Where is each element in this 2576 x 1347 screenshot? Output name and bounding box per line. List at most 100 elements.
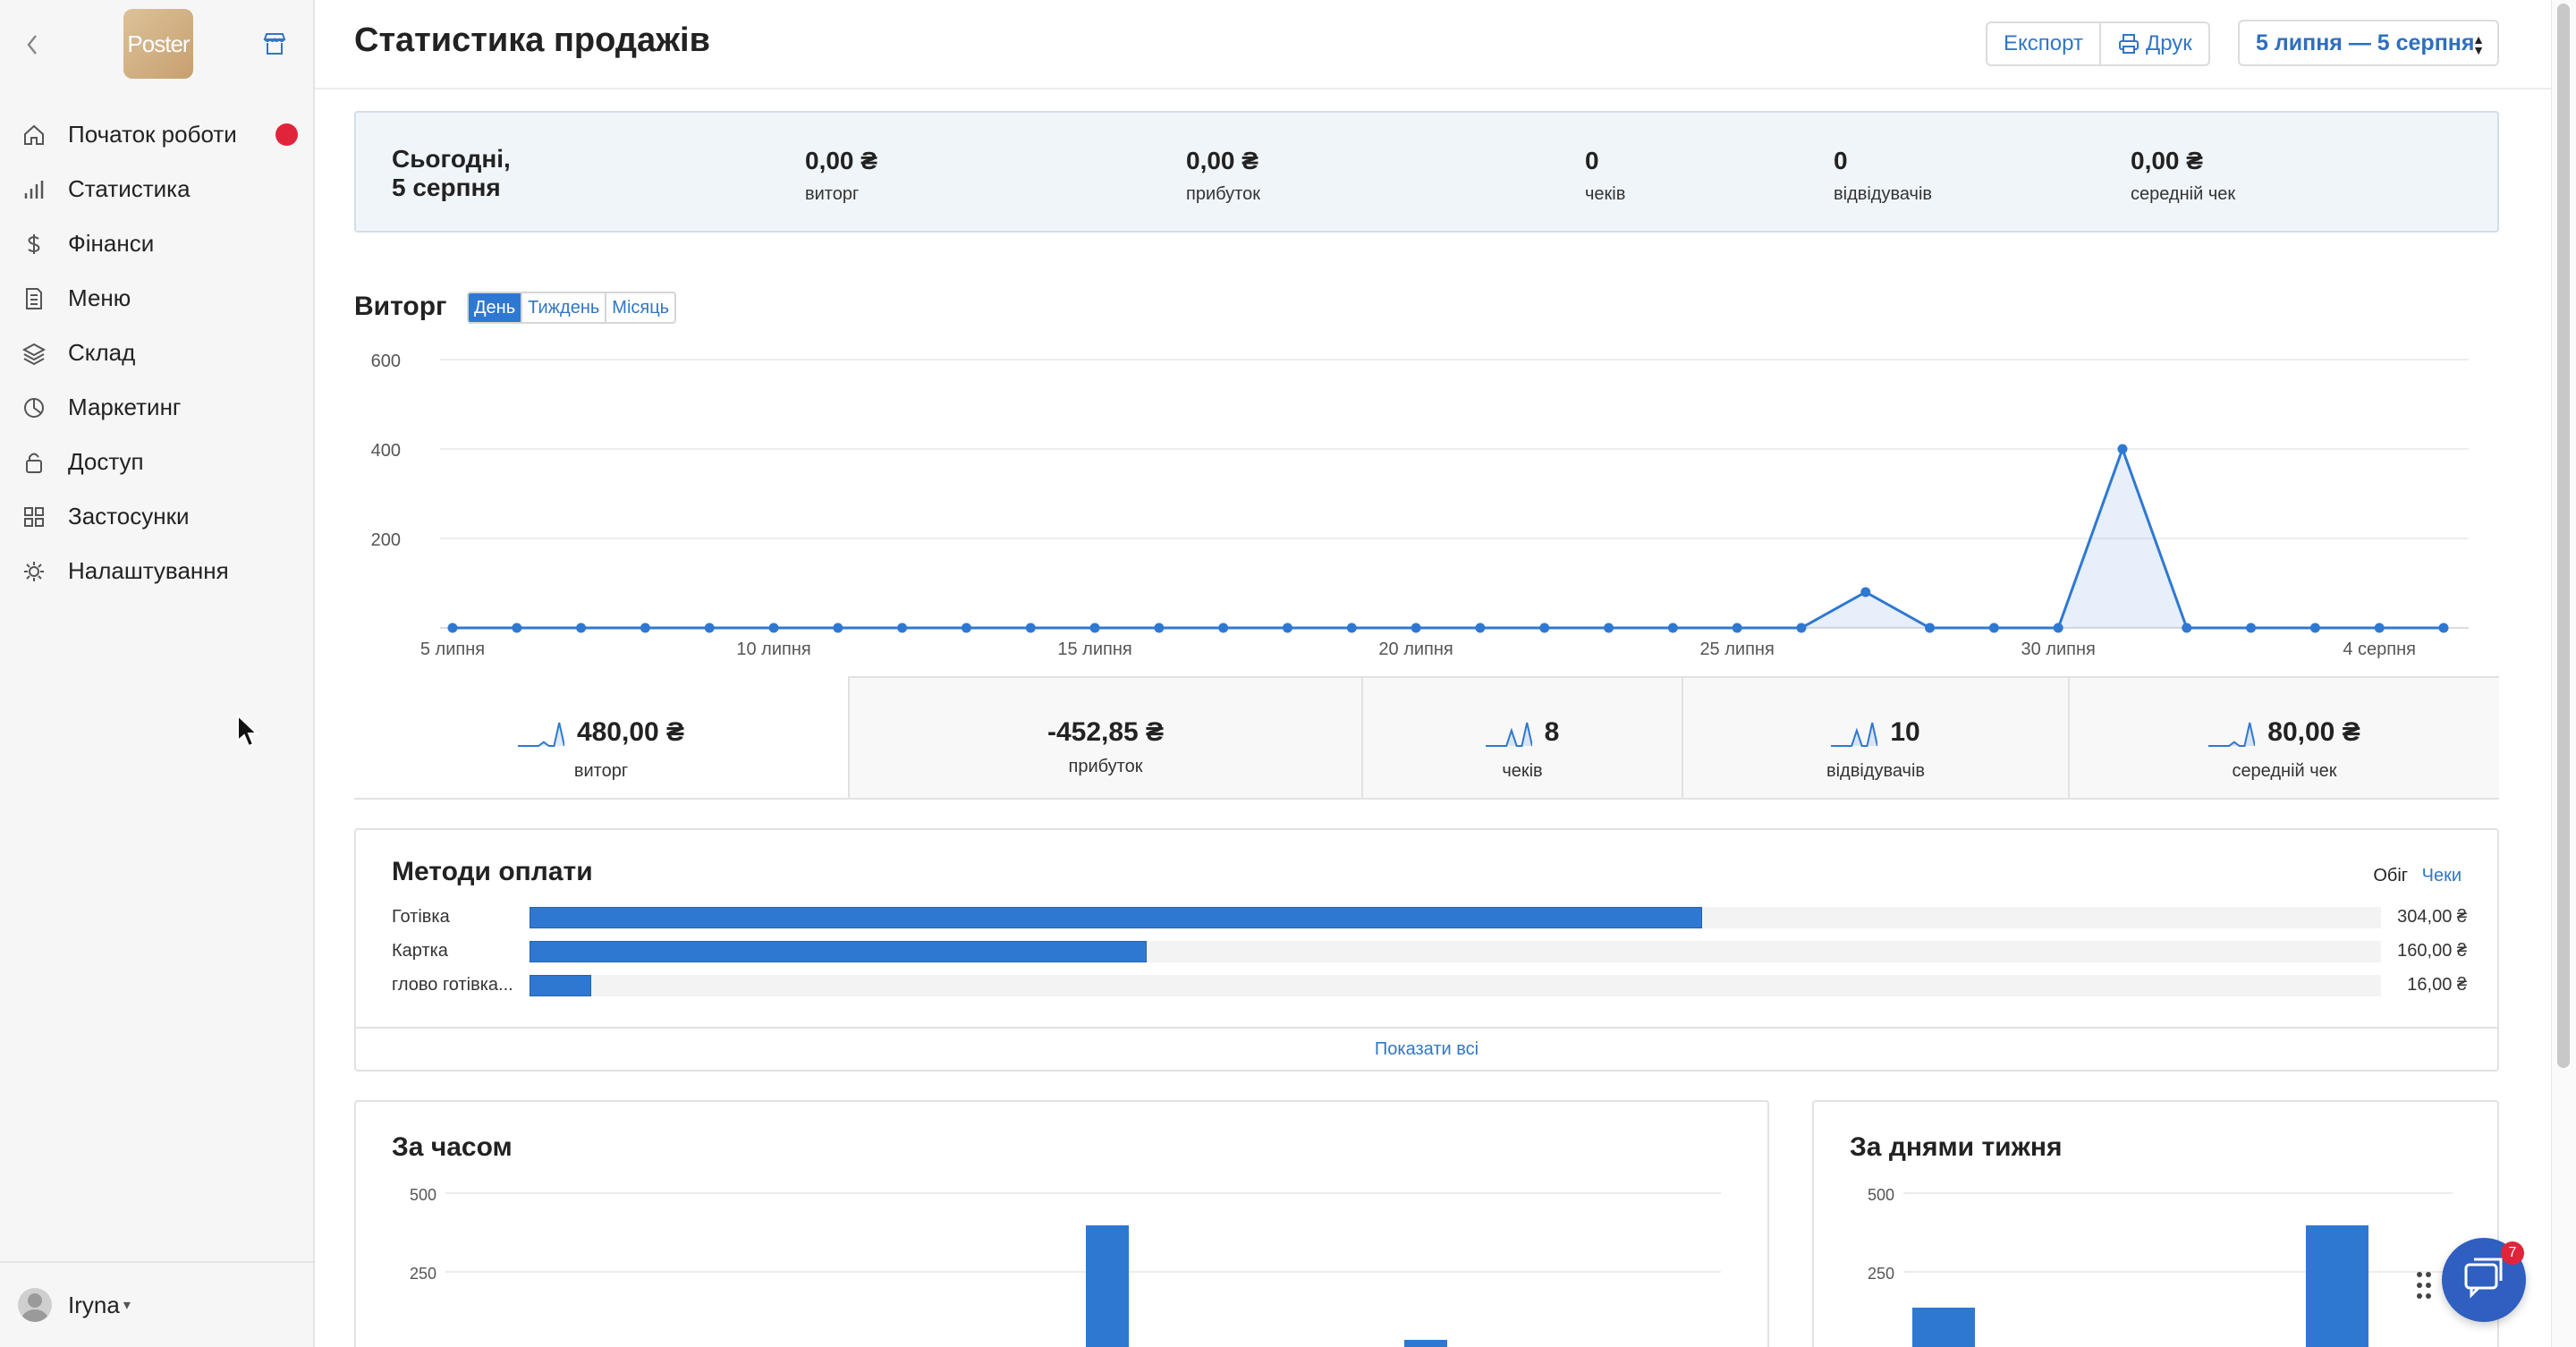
sidebar-item-access[interactable]: Доступ (0, 435, 313, 489)
data-point (1154, 623, 1165, 633)
data-point (2309, 623, 2320, 633)
main-content: Статистика продажів Експорт Друк 5 липня… (315, 0, 2551, 1347)
sidebar-item-settings[interactable]: Налаштування (0, 544, 313, 598)
logo[interactable]: Poster (123, 9, 193, 79)
chat-badge: 7 (2501, 1241, 2524, 1265)
chevron-down-icon: ▾ (123, 1298, 131, 1313)
today-label: Сьогодні, 5 серпня (392, 145, 511, 202)
sidebar-item-warehouse[interactable]: Склад (0, 326, 313, 380)
by-time-chart: 500 250 (410, 1186, 1721, 1347)
print-button[interactable]: Друк (2098, 23, 2208, 64)
print-label: Друк (2145, 31, 2192, 55)
kpi-revenue[interactable]: 480,00 ₴ виторг (354, 676, 848, 798)
payment-amount: 16,00 ₴ (2407, 975, 2467, 995)
data-point (1025, 623, 1036, 633)
period-week[interactable]: Тиждень (521, 293, 605, 322)
stat-value: 0,00 ₴ (1186, 147, 1258, 174)
kpi-value: -452,85 ₴ (1046, 717, 1165, 747)
drag-handle-icon[interactable] (2415, 1270, 2433, 1300)
kpi-caption: виторг (573, 761, 629, 781)
data-point (1796, 623, 1807, 633)
toggle-checks[interactable]: Чеки (2422, 866, 2462, 885)
sidebar: Poster Початок роботи Статистика Фінанси… (0, 0, 315, 1347)
home-icon (24, 124, 44, 145)
payment-amount: 160,00 ₴ (2397, 941, 2467, 961)
x-tick-label: 15 липня (1057, 640, 1131, 659)
today-stat-visitors: 0 відвідувачів (1834, 147, 1932, 205)
sparkline (2208, 722, 2256, 747)
sidebar-item-label: Налаштування (68, 557, 229, 584)
scrollbar[interactable] (2551, 0, 2576, 1347)
stat-caption: чеків (1585, 184, 1626, 204)
sidebar-item-statistics[interactable]: Статистика (0, 162, 313, 216)
data-point (833, 623, 843, 633)
user-menu[interactable]: Iryna ▾ (0, 1261, 313, 1347)
sidebar-item-label: Фінанси (68, 230, 155, 257)
kpi-checks[interactable]: 8 чеків (1361, 678, 1682, 798)
sidebar-item-label: Меню (68, 284, 131, 311)
x-tick-label: 20 липня (1378, 640, 1453, 659)
payment-methods-title: Методи оплати (392, 857, 593, 886)
weekday-bar (2306, 1225, 2368, 1347)
by-weekday-card: За днями тижня 500 250 (1812, 1100, 2499, 1347)
payment-name: Картка (392, 941, 448, 961)
today-stat-checks: 0 чеків (1585, 147, 1625, 205)
kpi-visitors[interactable]: 10 відвідувачів (1682, 678, 2068, 798)
today-label-line2: 5 серпня (392, 174, 501, 201)
weekday-bar (1912, 1308, 1975, 1347)
kpi-value: 80,00 ₴ (2267, 717, 2360, 747)
revenue-chart: 200 400 600 5 липня 10 липня 15 липня 20 липня… (371, 352, 2469, 659)
data-point (1411, 623, 1421, 633)
sidebar-item-apps[interactable]: Застосунки (0, 489, 313, 544)
notification-dot (275, 123, 298, 146)
period-month[interactable]: Місяць (605, 293, 674, 322)
sidebar-item-marketing[interactable]: Маркетинг (0, 380, 313, 435)
sparkline (1485, 722, 1532, 747)
data-point (2438, 623, 2449, 633)
payment-methods-card: Методи оплати Обіг Чеки Готівка 304,00 ₴… (354, 828, 2499, 1072)
y-tick-label: 400 (371, 441, 401, 461)
x-tick-label: 5 липня (420, 640, 485, 659)
data-point (1539, 623, 1550, 633)
data-point (1604, 623, 1614, 633)
data-point (1089, 623, 1100, 633)
kpi-avg-check[interactable]: 80,00 ₴ середній чек (2068, 678, 2499, 798)
kpi-caption: чеків (1502, 761, 1543, 781)
export-button[interactable]: Експорт (1987, 23, 2099, 64)
show-all-link[interactable]: Показати всі (356, 1027, 2497, 1070)
payment-bar (530, 941, 1147, 962)
data-point (512, 623, 522, 633)
data-point (2117, 444, 2128, 454)
sidebar-item-start[interactable]: Початок роботи (0, 107, 313, 162)
date-range-picker[interactable]: 5 липня — 5 серпня ▲ ▼ (2238, 20, 2499, 66)
payment-row: Картка 160,00 ₴ (392, 939, 2467, 964)
store-icon[interactable] (261, 30, 288, 57)
data-point (961, 623, 971, 633)
payment-track (530, 975, 2381, 996)
y-tick: 500 (1868, 1186, 1894, 1204)
by-time-card: За часом 500 250 (354, 1100, 1769, 1347)
sidebar-item-label: Застосунки (68, 503, 190, 529)
today-stat-profit: 0,00 ₴ прибуток (1186, 147, 1260, 205)
hour-bar (1086, 1225, 1129, 1347)
today-stat-avg-check: 0,00 ₴ середній чек (2131, 147, 2235, 205)
period-day[interactable]: День (469, 293, 521, 322)
kpi-profit[interactable]: -452,85 ₴ прибуток (848, 678, 1361, 798)
data-point (640, 623, 650, 633)
chevron-left-icon[interactable] (21, 27, 43, 63)
data-point (1988, 623, 1999, 633)
page-title: Статистика продажів (354, 21, 710, 59)
export-print-group: Експорт Друк (1986, 21, 2210, 66)
data-point (1346, 623, 1357, 633)
header-divider (315, 88, 2551, 89)
sidebar-item-finance[interactable]: Фінанси (0, 216, 313, 271)
sort-arrows-icon: ▲ ▼ (2472, 32, 2485, 57)
sidebar-item-menu[interactable]: Меню (0, 271, 313, 326)
toggle-turnover[interactable]: Обіг (2373, 866, 2408, 885)
data-point (447, 623, 458, 633)
stat-value: 0,00 ₴ (2131, 147, 2203, 174)
sidebar-item-label: Склад (68, 339, 136, 366)
hour-bar (1404, 1340, 1447, 1347)
kpi-value: 8 (1544, 717, 1560, 747)
scrollbar-thumb[interactable] (2557, 4, 2570, 1068)
